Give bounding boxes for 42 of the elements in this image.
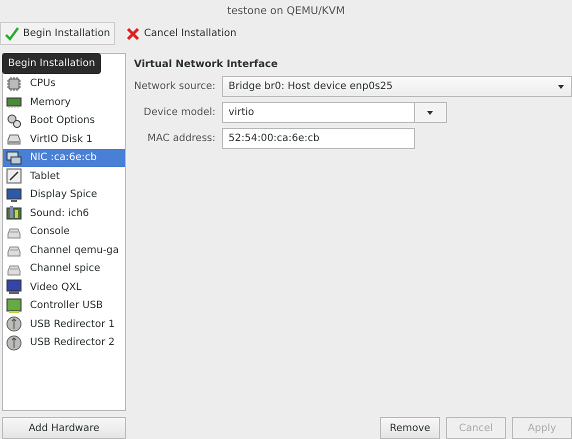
- hardware-list-item[interactable]: Controller USB: [3, 296, 125, 315]
- begin-installation-button[interactable]: Begin Installation: [0, 22, 116, 45]
- field-label: Network source:: [134, 81, 216, 92]
- network-card-icon: [6, 150, 22, 166]
- hardware-list-item[interactable]: Channel qemu-ga: [3, 241, 125, 260]
- mac-address-field[interactable]: 52:54:00:ca:6e:cb: [222, 128, 415, 149]
- window-title: testone on QEMU/KVM: [226, 4, 346, 19]
- hardware-list-item[interactable]: USB Redirector 1: [3, 315, 125, 334]
- hardware-list-item[interactable]: Sound: ich6: [3, 204, 125, 222]
- usb-plug-icon: [6, 316, 22, 332]
- hardware-list-item[interactable]: Display Spice: [3, 186, 125, 204]
- hardware-list-item[interactable]: Memory: [3, 93, 125, 112]
- network-source-dropdown[interactable]: Bridge br0: Host device enp0s25: [222, 76, 572, 97]
- hardware-list-item[interactable]: Console: [3, 222, 125, 241]
- hardware-list-item[interactable]: Video QXL: [3, 278, 125, 296]
- dropdown-button[interactable]: [414, 102, 447, 123]
- usb-plug-icon: [6, 334, 22, 351]
- checkmark-icon: [5, 26, 19, 40]
- cancel-installation-button[interactable]: Cancel Installation: [121, 22, 242, 45]
- hardware-list-item[interactable]: NIC :ca:6e:cb: [3, 148, 125, 167]
- close-icon: [126, 26, 140, 40]
- monitor-icon: [6, 186, 22, 203]
- hardware-list-item[interactable]: Boot Options: [3, 112, 125, 130]
- video-card-icon: [6, 279, 22, 296]
- dropdown-arrow-icon: [426, 110, 434, 116]
- device-model-field[interactable]: virtio: [222, 102, 415, 123]
- hardware-list-item[interactable]: VirtIO Disk 1: [3, 130, 125, 148]
- hardware-list-item[interactable]: USB Redirector 2: [3, 334, 125, 352]
- field-label: MAC address:: [147, 133, 216, 144]
- controller-card-icon: [6, 298, 22, 314]
- field-label: Device model:: [144, 107, 216, 118]
- tooltip: Begin Installation: [2, 53, 102, 74]
- sound-card-icon: [6, 205, 22, 222]
- add-hardware-button[interactable]: Add Hardware: [2, 417, 126, 439]
- dropdown-arrow-icon: [557, 84, 565, 90]
- chip-icon: [6, 76, 22, 92]
- hardware-list-item[interactable]: Channel spice: [3, 260, 125, 278]
- section-heading: Virtual Network Interface: [134, 59, 279, 70]
- hardware-list-item[interactable]: CPUs: [3, 74, 125, 93]
- dialog-button[interactable]: Remove: [380, 417, 440, 439]
- hardware-list-item[interactable]: Tablet: [3, 167, 125, 186]
- tablet-icon: [6, 168, 22, 184]
